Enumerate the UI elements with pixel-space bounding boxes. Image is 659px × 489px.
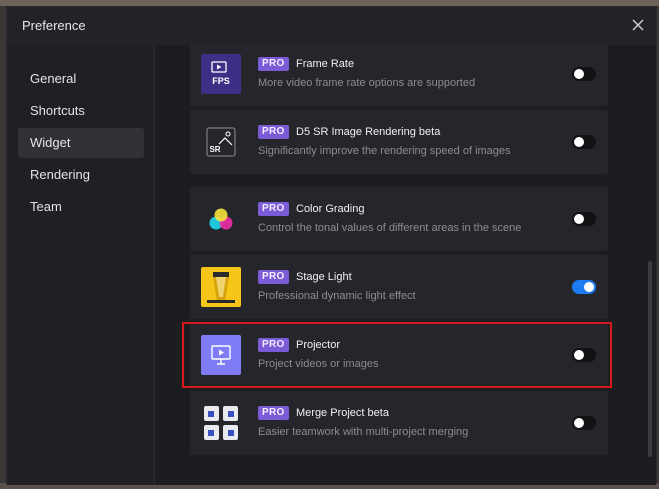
pro-badge: PRO [258, 202, 289, 216]
preference-dialog: Preference General Shortcuts Widget Rend… [6, 6, 657, 485]
sr-rendering-toggle[interactable] [572, 135, 596, 149]
merge-project-toggle[interactable] [572, 416, 596, 430]
sidebar-item-label: Rendering [30, 167, 90, 182]
svg-text:FPS: FPS [212, 76, 230, 86]
widget-card-stage-light: PRO Stage Light Professional dynamic lig… [190, 255, 608, 319]
widget-title: D5 SR Image Rendering beta [296, 126, 441, 138]
widget-description: Easier teamwork with multi-project mergi… [258, 426, 469, 438]
sidebar-item-shortcuts[interactable]: Shortcuts [18, 96, 144, 126]
projector-toggle[interactable] [572, 348, 596, 362]
widget-card-sr-rendering: SR PRO D5 SR Image Rendering beta Signif… [190, 110, 608, 174]
pro-badge: PRO [258, 57, 289, 71]
pro-badge: PRO [258, 406, 289, 420]
sidebar-item-label: Shortcuts [30, 103, 85, 118]
widget-title: Projector [296, 339, 341, 351]
widget-description: Significantly improve the rendering spee… [258, 145, 511, 157]
fps-icon: FPS [201, 54, 241, 94]
sidebar: General Shortcuts Widget Rendering Team [7, 45, 155, 485]
sidebar-item-general[interactable]: General [18, 64, 144, 94]
widget-description: Control the tonal values of different ar… [258, 222, 522, 234]
widget-title: Stage Light [296, 271, 352, 283]
widget-description: Project videos or images [258, 358, 379, 370]
dialog-title: Preference [22, 18, 86, 33]
stage-light-toggle[interactable] [572, 280, 596, 294]
widget-title: Frame Rate [296, 58, 355, 70]
frame-rate-toggle[interactable] [572, 67, 596, 81]
projector-icon [201, 335, 241, 375]
widget-card-color-grading: PRO Color Grading Control the tonal valu… [190, 187, 608, 251]
sidebar-item-rendering[interactable]: Rendering [18, 160, 144, 190]
widget-title: Merge Project beta [296, 407, 389, 419]
merge-project-icon [201, 403, 241, 443]
sidebar-item-label: Widget [30, 135, 71, 150]
widget-title: Color Grading [296, 203, 365, 215]
widget-description: Professional dynamic light effect [258, 290, 416, 302]
widget-description: More video frame rate options are suppor… [258, 77, 476, 89]
sidebar-item-label: Team [30, 199, 62, 214]
scrollbar[interactable] [648, 261, 652, 457]
dialog-titlebar: Preference [7, 7, 656, 45]
color-grading-icon [201, 199, 241, 239]
color-grading-toggle[interactable] [572, 212, 596, 226]
pro-badge: PRO [258, 125, 289, 139]
sidebar-item-label: General [30, 71, 77, 86]
widget-card-projector: PRO Projector Project videos or images [190, 323, 608, 387]
close-button[interactable] [629, 16, 647, 34]
sidebar-item-widget[interactable]: Widget [18, 128, 144, 158]
svg-text:SR: SR [209, 145, 220, 154]
widget-card-frame-rate: FPS PRO Frame Rate More video frame rate… [190, 45, 608, 106]
pro-badge: PRO [258, 270, 289, 284]
pro-badge: PRO [258, 338, 289, 352]
sidebar-item-team[interactable]: Team [18, 192, 144, 222]
sr-image-icon: SR [201, 122, 241, 162]
close-icon [632, 19, 644, 31]
widget-card-merge-project: PRO Merge Project beta Easier teamwork w… [190, 391, 608, 455]
stage-light-icon [201, 267, 241, 307]
widget-list: FPS PRO Frame Rate More video frame rate… [155, 45, 656, 485]
